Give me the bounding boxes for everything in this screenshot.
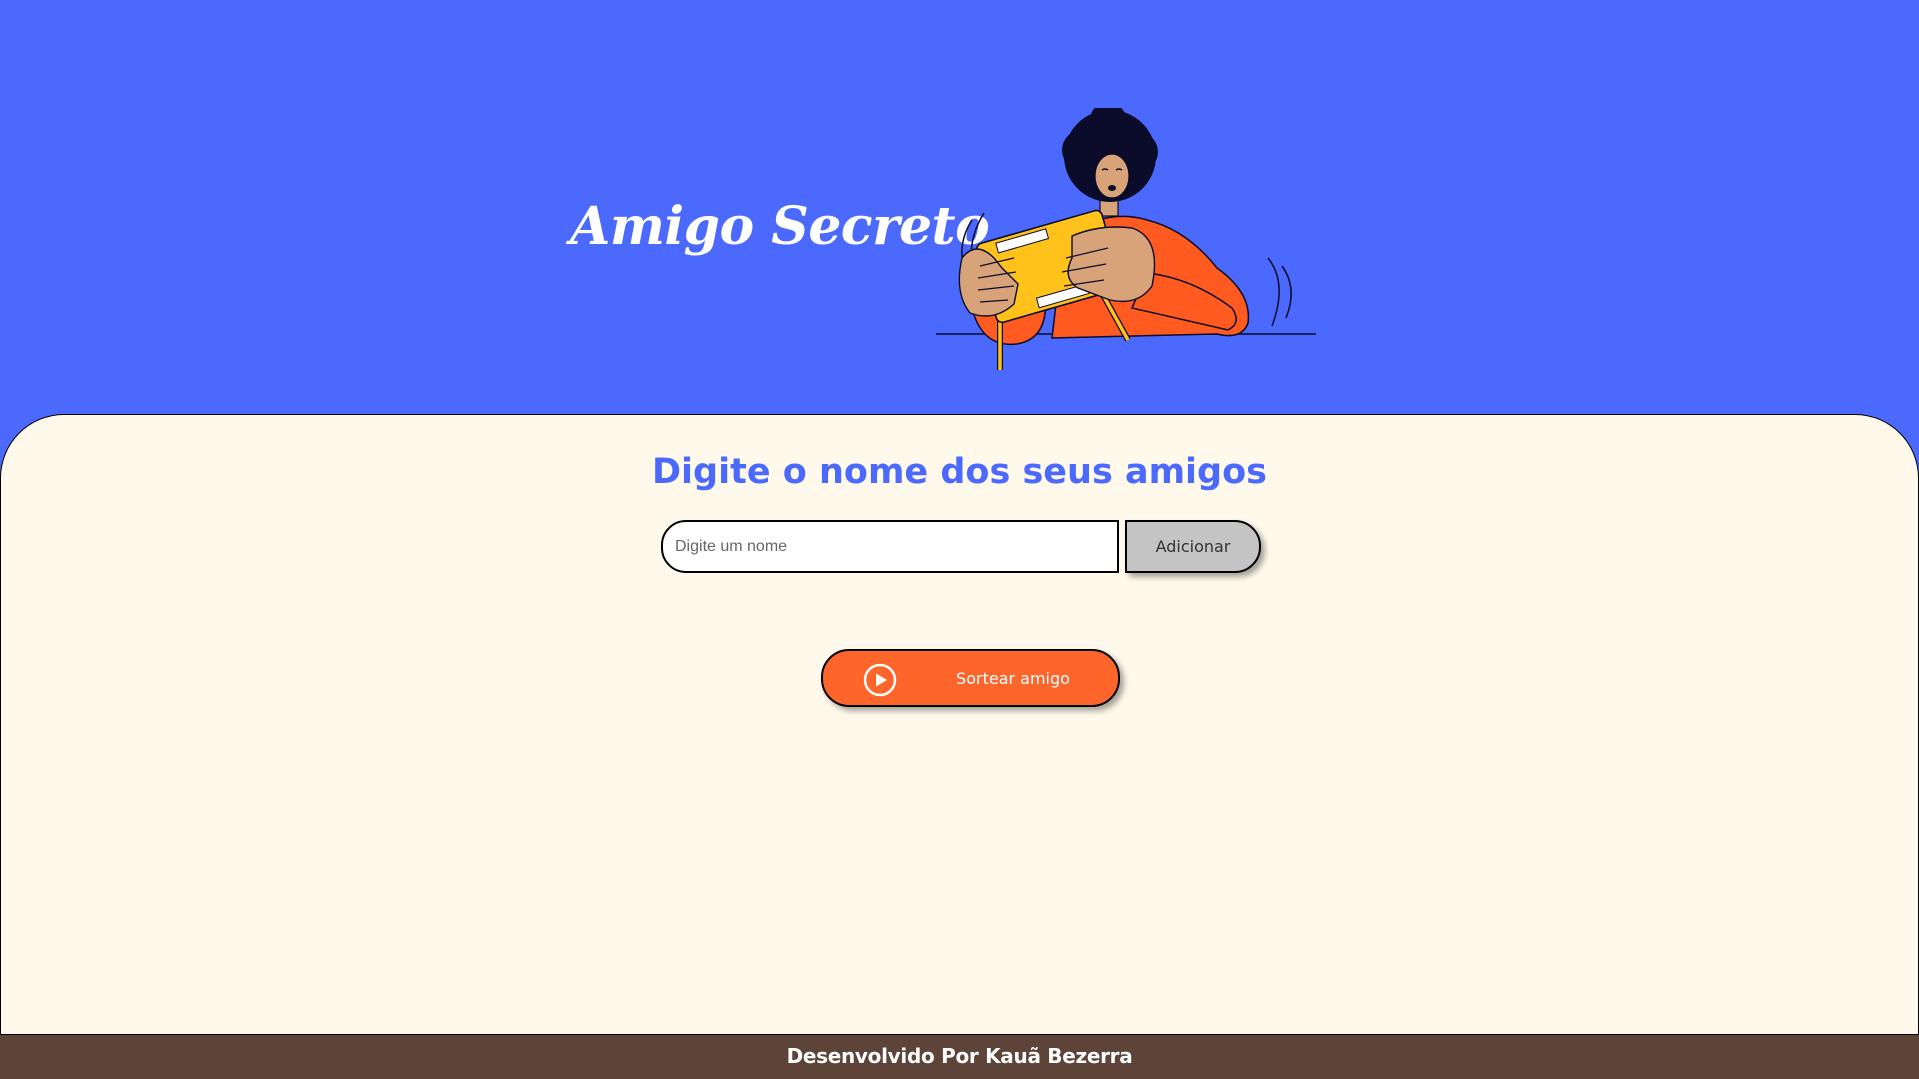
section-title: Digite o nome dos seus amigos [652,452,1267,492]
footer-credit: Desenvolvido Por Kauã Bezerra [786,1044,1133,1068]
app-title: Amigo Secreto [570,196,990,257]
add-button[interactable]: Adicionar [1125,520,1261,573]
person-playing-handheld-game-illustration [936,108,1316,370]
main-panel: Digite o nome dos seus amigos Adicionar … [0,414,1919,1035]
footer: Desenvolvido Por Kauã Bezerra [0,1034,1919,1079]
header-banner: Amigo Secreto [0,0,1919,414]
name-input[interactable] [661,520,1119,573]
page: Amigo Secreto Digite o nome dos seus ami… [0,0,1919,1079]
play-circle-icon [863,663,897,697]
draw-friend-button[interactable]: Sortear amigo [821,649,1120,707]
draw-friend-label: Sortear amigo [956,669,1070,688]
